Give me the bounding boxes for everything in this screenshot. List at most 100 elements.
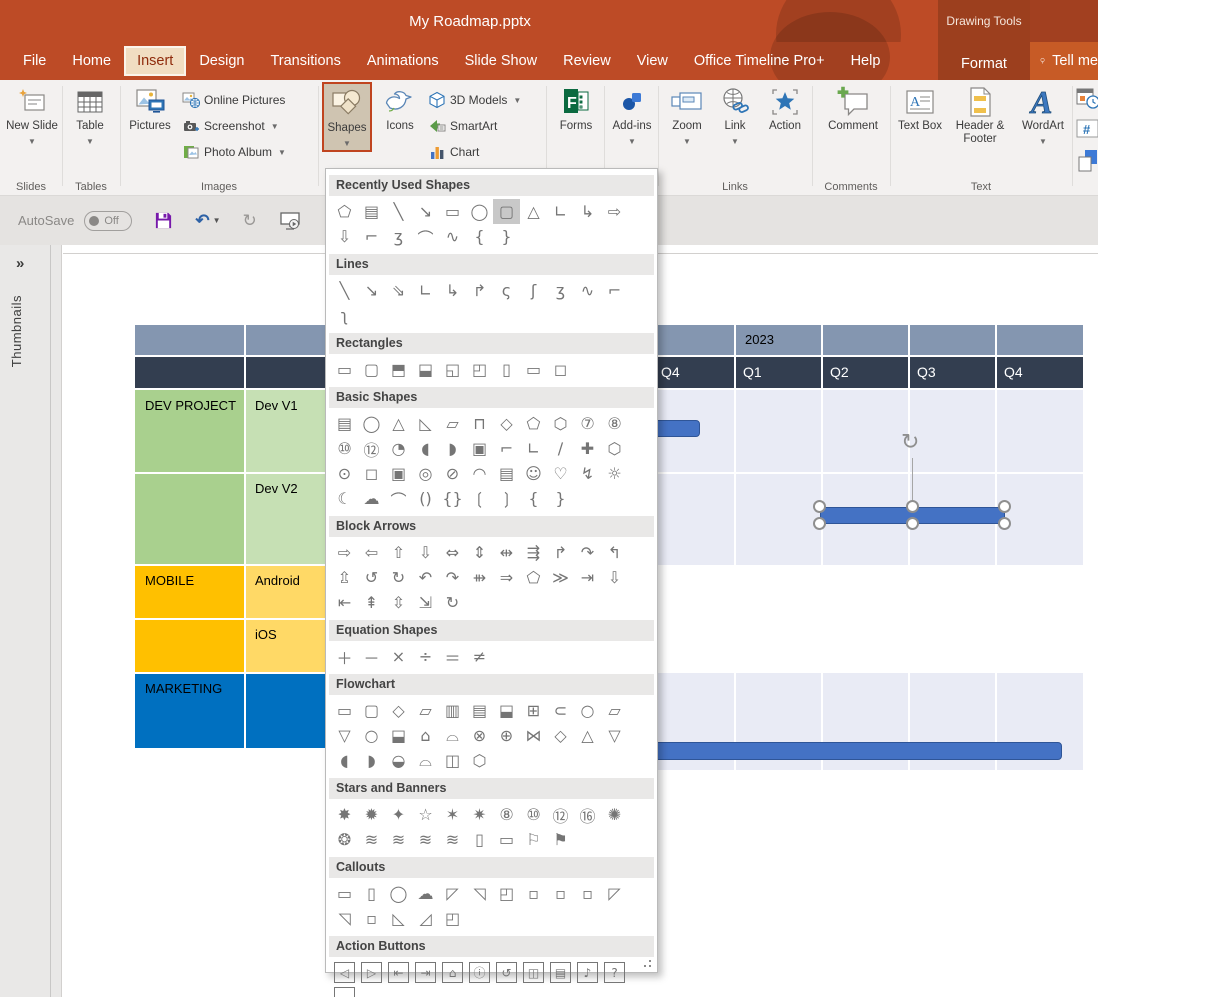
shape-cell[interactable]: ʃ (520, 278, 547, 303)
shape-cell[interactable]: ▫ (520, 881, 547, 906)
rotation-handle-icon[interactable]: ↻ (901, 430, 919, 455)
shape-cell[interactable]: ☼ (601, 461, 628, 486)
shape-cell[interactable]: ≋ (358, 827, 385, 852)
shape-cell[interactable]: ↯ (574, 461, 601, 486)
row-item-cell[interactable]: Dev V1 (245, 390, 325, 473)
shape-cell[interactable]: ≋ (412, 827, 439, 852)
shape-cell[interactable]: { (466, 224, 493, 249)
shape-cell[interactable]: ≫ (547, 565, 574, 590)
shape-cell[interactable]: ◇ (385, 698, 412, 723)
link-button[interactable]: Link ▼ (714, 84, 756, 148)
shape-cell[interactable]: ☺ (520, 461, 547, 486)
shape-cell[interactable]: ◹ (466, 881, 493, 906)
row-group-cell[interactable]: MOBILE (135, 565, 245, 619)
resize-handle[interactable] (906, 517, 919, 530)
zoom-button[interactable]: Zoom ▼ (663, 84, 711, 148)
shape-cell[interactable]: ▱ (439, 411, 466, 436)
shape-cell[interactable]: ↘ (358, 278, 385, 303)
shape-cell[interactable]: ◁ (334, 962, 355, 983)
shape-cell[interactable]: ⊓ (466, 411, 493, 436)
tab-transitions[interactable]: Transitions (257, 47, 353, 75)
shape-cell[interactable]: ⇳ (385, 590, 412, 615)
slide-number-button[interactable]: # (1076, 118, 1098, 145)
shape-cell[interactable]: △ (385, 411, 412, 436)
shape-cell[interactable]: ⌐ (601, 278, 628, 303)
shape-cell[interactable]: ⇨ (601, 199, 628, 224)
shape-cell[interactable]: ≠ (466, 644, 493, 669)
shape-cell[interactable]: ▫ (358, 906, 385, 931)
action-button[interactable]: Action (760, 84, 810, 133)
shape-cell[interactable]: ◠ (466, 461, 493, 486)
shape-cell[interactable]: ◿ (412, 906, 439, 931)
shape-cell[interactable]: ▢ (493, 199, 520, 224)
shape-cell[interactable]: ⌐ (358, 224, 385, 249)
tab-file[interactable]: File (10, 47, 59, 75)
shape-cell[interactable]: ⬠ (520, 411, 547, 436)
shape-cell[interactable]: () (412, 486, 439, 511)
shape-cell[interactable]: △ (574, 723, 601, 748)
shape-cell[interactable]: ☁ (412, 881, 439, 906)
shape-cell[interactable]: ▫ (547, 881, 574, 906)
shape-cell[interactable]: ⬓ (385, 723, 412, 748)
shape-cell[interactable]: ↘ (412, 199, 439, 224)
shape-cell[interactable]: ⇶ (520, 540, 547, 565)
shape-cell[interactable]: ╲ (331, 278, 358, 303)
shape-cell[interactable]: ✚ (574, 436, 601, 461)
shape-cell[interactable]: ⑧ (601, 411, 628, 436)
shape-cell[interactable]: ♡ (547, 461, 574, 486)
shape-cell[interactable]: ◸ (439, 881, 466, 906)
shape-cell[interactable]: ⑧ (493, 802, 520, 827)
save-button[interactable] (154, 211, 173, 230)
shape-cell[interactable]: ▫ (574, 881, 601, 906)
shape-cell[interactable]: ▤ (466, 698, 493, 723)
shape-cell[interactable]: ⇩ (412, 540, 439, 565)
expand-thumbnails-chevron-icon[interactable]: » (16, 255, 24, 272)
shape-cell[interactable]: {} (439, 486, 466, 511)
shape-cell[interactable]: ⇥ (415, 962, 436, 983)
shape-cell[interactable]: ⬡ (466, 748, 493, 773)
undo-button[interactable]: ↶▼ (195, 211, 220, 231)
photo-album-button[interactable]: Photo Album ▼ (182, 140, 286, 164)
shape-cell[interactable]: － (358, 644, 385, 669)
shape-cell[interactable]: ▱ (601, 698, 628, 723)
shape-cell[interactable]: ○ (574, 698, 601, 723)
shape-cell[interactable]: ⑦ (574, 411, 601, 436)
row-item-cell[interactable]: iOS (245, 619, 325, 673)
shape-cell[interactable]: ⇔ (439, 540, 466, 565)
resize-grip[interactable] (641, 957, 651, 967)
shape-cell[interactable]: ≋ (385, 827, 412, 852)
icons-button[interactable]: Icons (378, 84, 422, 133)
redo-button[interactable]: ↻ (243, 211, 257, 231)
shape-cell[interactable]: ▭ (331, 881, 358, 906)
shape-cell[interactable]: ◹ (331, 906, 358, 931)
shape-cell[interactable]: ▯ (493, 357, 520, 382)
shape-cell[interactable]: ↻ (439, 590, 466, 615)
shape-cell[interactable]: ◯ (358, 411, 385, 436)
shape-cell[interactable]: ◫ (523, 962, 544, 983)
shape-cell[interactable]: ⌂ (442, 962, 463, 983)
shape-cell[interactable]: ↳ (574, 199, 601, 224)
chart-button[interactable]: Chart (428, 140, 479, 164)
shape-cell[interactable]: ⊞ (520, 698, 547, 723)
shape-cell[interactable]: ◔ (385, 436, 412, 461)
shape-cell[interactable]: ▢ (358, 357, 385, 382)
shape-cell[interactable]: } (547, 486, 574, 511)
tell-me-box[interactable]: Tell me (1030, 42, 1098, 80)
tab-insert[interactable]: Insert (124, 46, 186, 76)
shape-cell[interactable]: ♪ (577, 962, 598, 983)
panel-divider[interactable] (50, 245, 51, 997)
thumbnails-panel[interactable]: » Thumbnails (0, 245, 62, 997)
shape-cell[interactable]: ▤ (331, 411, 358, 436)
shape-cell[interactable]: ⌓ (412, 748, 439, 773)
shape-cell[interactable]: ⌂ (412, 723, 439, 748)
tab-view[interactable]: View (624, 47, 681, 75)
shape-cell[interactable] (334, 987, 355, 997)
shape-cell[interactable]: ʒ (385, 224, 412, 249)
shape-cell[interactable]: ◺ (385, 906, 412, 931)
shape-cell[interactable]: ⇥ (574, 565, 601, 590)
shape-cell[interactable]: ◯ (466, 199, 493, 224)
shape-cell[interactable]: ◫ (439, 748, 466, 773)
shape-cell[interactable]: ∟ (520, 436, 547, 461)
screenshot-button[interactable]: Screenshot ▼ (182, 114, 279, 138)
forms-button[interactable]: F Forms (550, 84, 602, 133)
